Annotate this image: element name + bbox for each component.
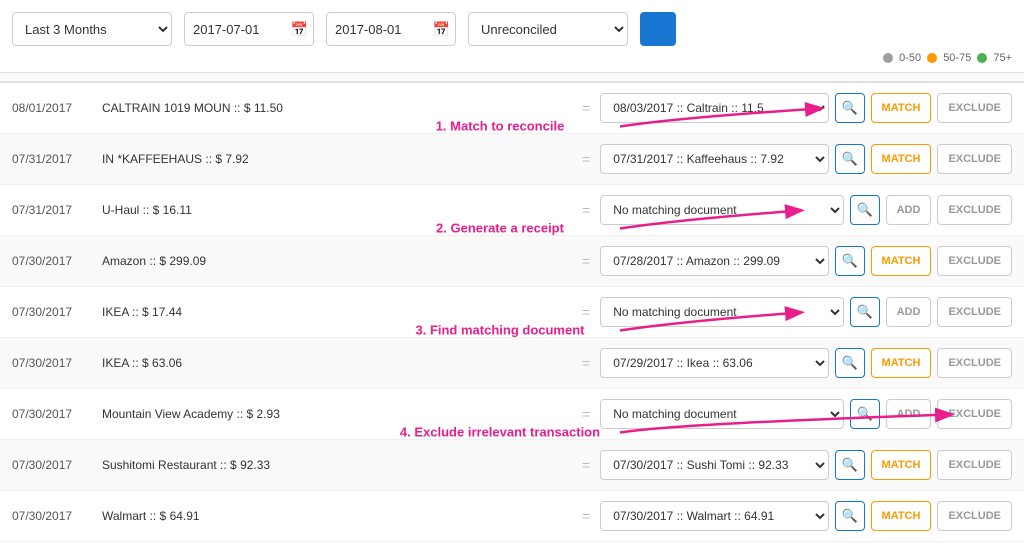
- cell-document: = 07/30/2017 :: Sushi Tomi :: 92.33 🔍 MA…: [582, 450, 1012, 480]
- cell-date: 07/30/2017: [12, 254, 102, 268]
- cell-date: 07/30/2017: [12, 509, 102, 523]
- doc-select[interactable]: 07/30/2017 :: Walmart :: 64.91: [600, 501, 828, 531]
- cell-document: = No matching document 🔍 ADD EXCLUDE: [582, 399, 1012, 429]
- exclude-button[interactable]: EXCLUDE: [937, 399, 1012, 429]
- cell-document: = 07/30/2017 :: Walmart :: 64.91 🔍 MATCH…: [582, 501, 1012, 531]
- search-button[interactable]: 🔍: [850, 195, 880, 225]
- exclude-button[interactable]: EXCLUDE: [937, 348, 1012, 378]
- equals-sign: =: [582, 202, 590, 218]
- table-header: [0, 73, 1024, 83]
- doc-select[interactable]: 08/03/2017 :: Caltrain :: 11.5: [600, 93, 828, 123]
- cell-document: = 07/28/2017 :: Amazon :: 299.09 🔍 MATCH…: [582, 246, 1012, 276]
- refresh-button[interactable]: [640, 12, 676, 46]
- match-button[interactable]: MATCH: [871, 246, 932, 276]
- exclude-button[interactable]: EXCLUDE: [937, 450, 1012, 480]
- cell-date: 07/31/2017: [12, 203, 102, 217]
- accuracy-range-high: 75+: [993, 52, 1012, 64]
- exclude-button[interactable]: EXCLUDE: [937, 195, 1012, 225]
- table-row: 07/30/2017 Amazon :: $ 299.09 = 07/28/20…: [0, 236, 1024, 287]
- accuracy-dot-low: [883, 53, 893, 63]
- equals-sign: =: [582, 151, 590, 167]
- search-button[interactable]: 🔍: [835, 93, 865, 123]
- doc-select[interactable]: 07/30/2017 :: Sushi Tomi :: 92.33: [600, 450, 828, 480]
- match-button[interactable]: MATCH: [871, 501, 932, 531]
- accuracy-dot-mid: [927, 53, 937, 63]
- cell-date: 07/30/2017: [12, 305, 102, 319]
- search-button[interactable]: 🔍: [850, 399, 880, 429]
- cell-date: 07/30/2017: [12, 356, 102, 370]
- table-row: 07/30/2017 IKEA :: $ 17.44 = No matching…: [0, 287, 1024, 338]
- search-button[interactable]: 🔍: [835, 501, 865, 531]
- table-row: 07/30/2017 Sushitomi Restaurant :: $ 92.…: [0, 440, 1024, 491]
- table-row: 08/01/2017 CALTRAIN 1019 MOUN :: $ 11.50…: [0, 83, 1024, 134]
- exclude-button[interactable]: EXCLUDE: [937, 246, 1012, 276]
- exclude-button[interactable]: EXCLUDE: [937, 297, 1012, 327]
- search-button[interactable]: 🔍: [835, 348, 865, 378]
- doc-select[interactable]: 07/29/2017 :: Ikea :: 63.06: [600, 348, 828, 378]
- equals-sign: =: [582, 406, 590, 422]
- cell-document: = 08/03/2017 :: Caltrain :: 11.5 🔍 MATCH…: [582, 93, 1012, 123]
- cell-transaction: Mountain View Academy :: $ 2.93: [102, 407, 582, 421]
- match-button[interactable]: MATCH: [871, 144, 932, 174]
- cell-transaction: Amazon :: $ 299.09: [102, 254, 582, 268]
- add-button[interactable]: ADD: [886, 399, 932, 429]
- status-select[interactable]: Unreconciled Reconciled All: [468, 12, 628, 46]
- cell-transaction: IKEA :: $ 17.44: [102, 305, 582, 319]
- accuracy-dot-high: [977, 53, 987, 63]
- exclude-button[interactable]: EXCLUDE: [937, 144, 1012, 174]
- accuracy-range-mid: 50-75: [943, 52, 971, 64]
- equals-sign: =: [582, 304, 590, 320]
- cell-document: = No matching document 🔍 ADD EXCLUDE: [582, 297, 1012, 327]
- doc-select[interactable]: No matching document: [600, 195, 843, 225]
- cell-document: = 07/29/2017 :: Ikea :: 63.06 🔍 MATCH EX…: [582, 348, 1012, 378]
- cell-document: = 07/31/2017 :: Kaffeehaus :: 7.92 🔍 MAT…: [582, 144, 1012, 174]
- cell-date: 07/30/2017: [12, 407, 102, 421]
- search-button[interactable]: 🔍: [835, 246, 865, 276]
- add-button[interactable]: ADD: [886, 297, 932, 327]
- table-row: 07/30/2017 Mountain View Academy :: $ 2.…: [0, 389, 1024, 440]
- doc-select[interactable]: 07/28/2017 :: Amazon :: 299.09: [600, 246, 828, 276]
- start-date-input[interactable]: [184, 12, 314, 46]
- exclude-button[interactable]: EXCLUDE: [937, 501, 1012, 531]
- table-row: 07/31/2017 IN *KAFFEEHAUS :: $ 7.92 = 07…: [0, 134, 1024, 185]
- add-button[interactable]: ADD: [886, 195, 932, 225]
- doc-select[interactable]: 07/31/2017 :: Kaffeehaus :: 7.92: [600, 144, 828, 174]
- table-row: 07/30/2017 Walmart :: $ 64.91 = 07/30/20…: [0, 491, 1024, 542]
- table-row: 07/31/2017 U-Haul :: $ 16.11 = No matchi…: [0, 185, 1024, 236]
- equals-sign: =: [582, 253, 590, 269]
- cell-transaction: Walmart :: $ 64.91: [102, 509, 582, 523]
- cell-transaction: CALTRAIN 1019 MOUN :: $ 11.50: [102, 101, 582, 115]
- cell-transaction: IKEA :: $ 63.06: [102, 356, 582, 370]
- cell-transaction: U-Haul :: $ 16.11: [102, 203, 582, 217]
- search-button[interactable]: 🔍: [835, 450, 865, 480]
- match-button[interactable]: MATCH: [871, 450, 932, 480]
- cell-document: = No matching document 🔍 ADD EXCLUDE: [582, 195, 1012, 225]
- end-date-input[interactable]: [326, 12, 456, 46]
- table-row: 07/30/2017 IKEA :: $ 63.06 = 07/29/2017 …: [0, 338, 1024, 389]
- match-button[interactable]: MATCH: [871, 93, 932, 123]
- cell-transaction: Sushitomi Restaurant :: $ 92.33: [102, 458, 582, 472]
- equals-sign: =: [582, 508, 590, 524]
- equals-sign: =: [582, 355, 590, 371]
- exclude-button[interactable]: EXCLUDE: [937, 93, 1012, 123]
- cell-date: 08/01/2017: [12, 101, 102, 115]
- doc-select[interactable]: No matching document: [600, 399, 843, 429]
- accuracy-range-low: 0-50: [899, 52, 921, 64]
- equals-sign: =: [582, 457, 590, 473]
- search-button[interactable]: 🔍: [835, 144, 865, 174]
- cell-transaction: IN *KAFFEEHAUS :: $ 7.92: [102, 152, 582, 166]
- period-select[interactable]: Last 3 Months Last 6 Months Last Year: [12, 12, 172, 46]
- cell-date: 07/31/2017: [12, 152, 102, 166]
- match-button[interactable]: MATCH: [871, 348, 932, 378]
- doc-select[interactable]: No matching document: [600, 297, 843, 327]
- cell-date: 07/30/2017: [12, 458, 102, 472]
- equals-sign: =: [582, 100, 590, 116]
- search-button[interactable]: 🔍: [850, 297, 880, 327]
